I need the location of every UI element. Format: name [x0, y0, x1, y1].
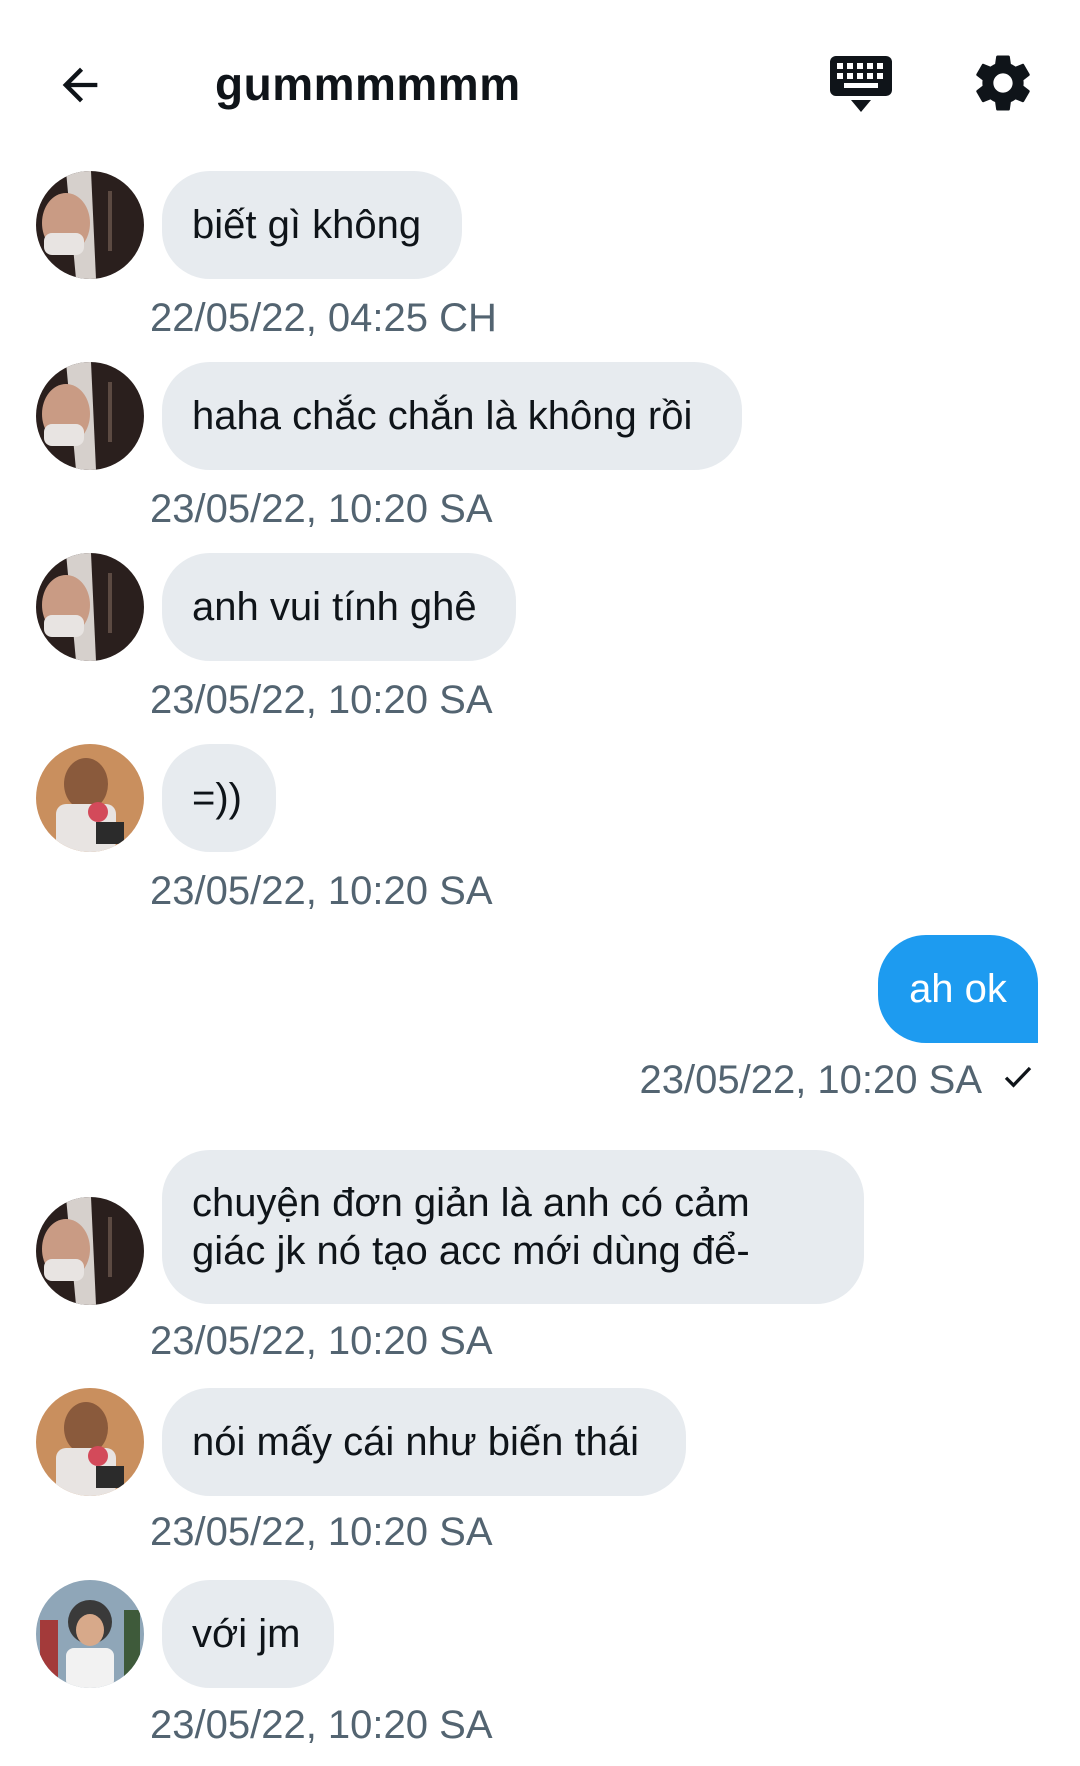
- message-text: nói mấy cái như biến thái: [192, 1420, 640, 1464]
- message-bubble[interactable]: =)): [162, 744, 276, 852]
- message-timestamp: 22/05/22, 04:25 CH: [150, 296, 497, 340]
- settings-button[interactable]: [970, 50, 1036, 116]
- gear-icon: [976, 55, 1030, 111]
- profile-photo: [36, 171, 144, 279]
- profile-photo: [36, 1388, 144, 1496]
- outgoing-message-bubble[interactable]: ah ok: [878, 935, 1038, 1043]
- avatar[interactable]: [36, 744, 144, 852]
- timestamp-text: 23/05/22, 10:20 SA: [639, 1058, 983, 1102]
- message-bubble[interactable]: nói mấy cái như biến thái: [162, 1388, 686, 1496]
- avatar[interactable]: [36, 1580, 144, 1688]
- message-timestamp: 23/05/22, 10:20 SA: [150, 1510, 493, 1554]
- back-button[interactable]: [50, 55, 110, 115]
- avatar[interactable]: [36, 1197, 144, 1305]
- conversation-title[interactable]: gummmmmm: [215, 56, 521, 112]
- message-timestamp: 23/05/22, 10:20 SA: [150, 678, 493, 722]
- message-bubble[interactable]: haha chắc chắn là không rồi: [162, 362, 742, 470]
- message-text: với jm: [192, 1612, 301, 1656]
- message-text: ah ok: [909, 967, 1007, 1011]
- profile-photo: [36, 1197, 144, 1305]
- conversation-header: gummmmmm: [0, 0, 1080, 165]
- keyboard-button[interactable]: [828, 52, 894, 118]
- profile-photo: [36, 362, 144, 470]
- profile-photo: [36, 553, 144, 661]
- sent-check-icon: [1000, 1058, 1036, 1106]
- keyboard-icon: [830, 56, 892, 112]
- message-text: =)): [192, 776, 242, 820]
- message-bubble[interactable]: biết gì không: [162, 171, 462, 279]
- message-timestamp: 23/05/22, 10:20 SA: [640, 1056, 1037, 1106]
- message-text: biết gì không: [192, 203, 422, 247]
- message-timestamp: 23/05/22, 10:20 SA: [150, 1319, 493, 1363]
- profile-photo: [36, 1580, 144, 1688]
- message-bubble[interactable]: chuyện đơn giản là anh có cảm giác jk nó…: [162, 1150, 864, 1304]
- message-timestamp: 23/05/22, 10:20 SA: [150, 1703, 493, 1747]
- message-text: anh vui tính ghê: [192, 585, 477, 629]
- message-text: haha chắc chắn là không rồi: [192, 394, 693, 438]
- message-timestamp: 23/05/22, 10:20 SA: [150, 487, 493, 531]
- message-bubble[interactable]: với jm: [162, 1580, 334, 1688]
- message-text: chuyện đơn giản là anh có cảm giác jk nó…: [192, 1181, 750, 1273]
- avatar[interactable]: [36, 553, 144, 661]
- message-bubble[interactable]: anh vui tính ghê: [162, 553, 516, 661]
- arrow-left-icon: [62, 67, 98, 103]
- avatar[interactable]: [36, 1388, 144, 1496]
- avatar[interactable]: [36, 171, 144, 279]
- message-timestamp: 23/05/22, 10:20 SA: [150, 869, 493, 913]
- profile-photo: [36, 744, 144, 852]
- avatar[interactable]: [36, 362, 144, 470]
